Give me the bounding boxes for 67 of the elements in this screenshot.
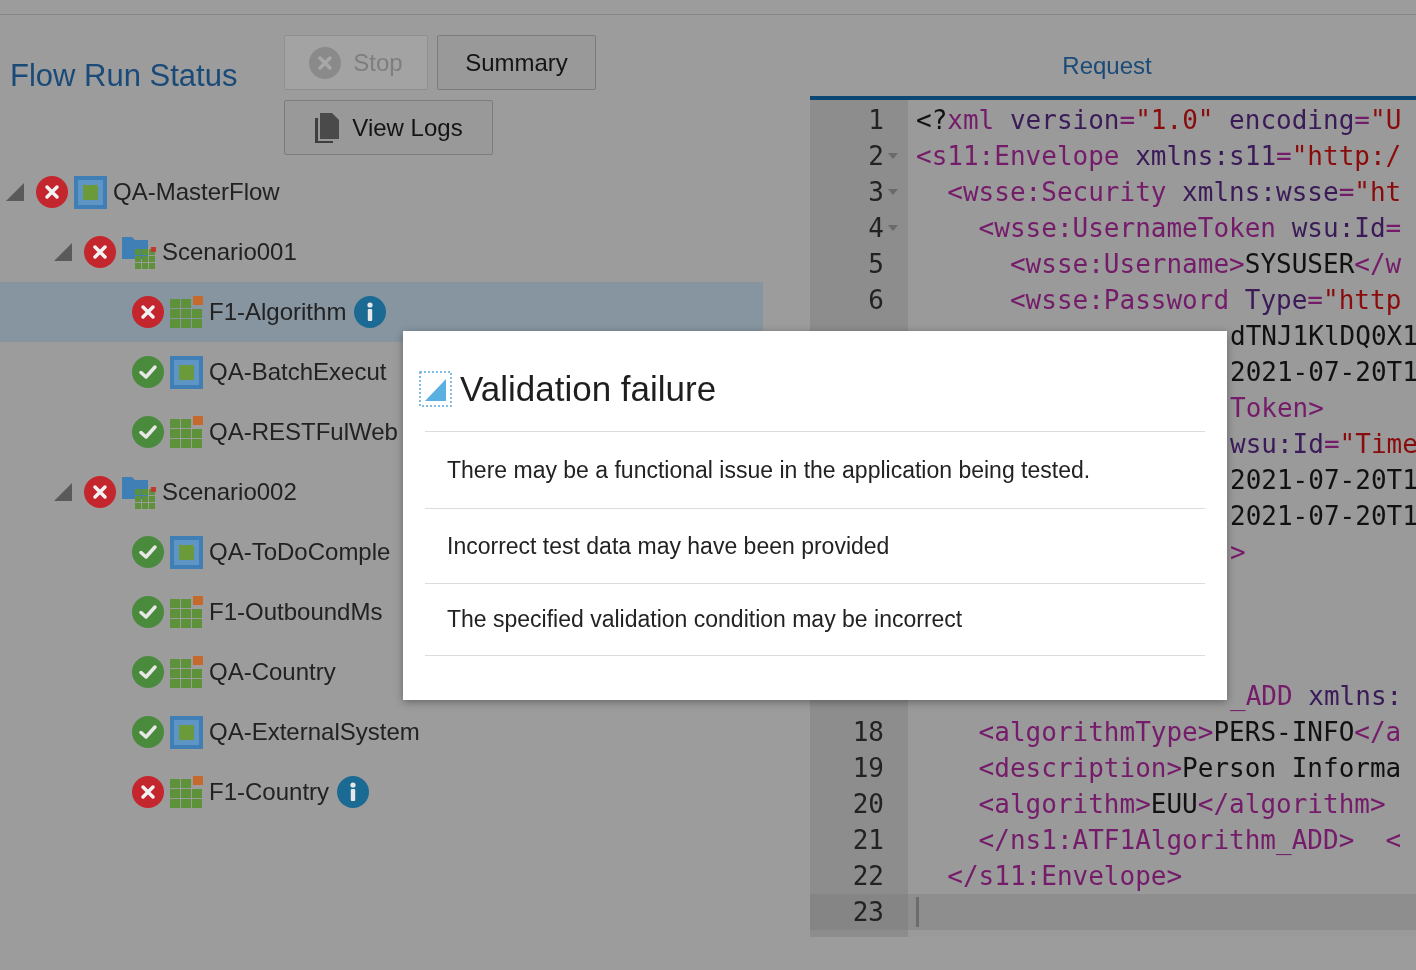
page-title: Flow Run Status	[10, 57, 239, 95]
dialog-title: Validation failure	[460, 367, 717, 410]
line-number: 2	[868, 143, 884, 169]
reason-text: The specified validation condition may be incorrect	[447, 605, 963, 635]
tree-item[interactable]: F1-Country	[0, 762, 763, 822]
tree-label: F1-Algorithm	[209, 297, 347, 327]
code-line: </ns1:ATF1Algorithm_ADD> <	[977, 827, 1402, 853]
tree-label: QA-ToDoComple	[209, 537, 391, 567]
expand-triangle-icon[interactable]	[6, 183, 24, 201]
tree-label: Scenario001	[162, 237, 297, 267]
panel-title: Request	[1062, 51, 1152, 81]
tree-item[interactable]: Scenario001	[0, 222, 763, 282]
code-line: <wsse:Security xmlns:wsse="ht	[946, 179, 1402, 205]
fold-caret-icon[interactable]	[888, 153, 898, 159]
tree-label: QA-ExternalSystem	[209, 717, 420, 747]
document-icon	[314, 111, 341, 144]
code-line: wsu:Id="Time	[1230, 431, 1416, 457]
line-number: 6	[868, 287, 884, 313]
code-line: 2021-07-20T1	[1230, 467, 1416, 493]
code-line: 2021-07-20T1	[1230, 503, 1416, 529]
line-number: 5	[868, 251, 884, 277]
code-line: <description>Person Informa	[977, 755, 1402, 781]
close-icon	[309, 46, 342, 79]
code-line: >	[1230, 539, 1246, 565]
code-line: <wsse:Password Type="http	[1008, 287, 1402, 313]
code-line: dTNJ1KlDQ0X1	[1230, 323, 1416, 349]
line-number: 1	[868, 107, 884, 133]
reason-text: There may be a functional issue in the application being tested.	[447, 455, 1091, 485]
line-number: 4	[868, 215, 884, 241]
tree-label: Scenario002	[162, 477, 297, 507]
line-number: 23	[852, 899, 884, 925]
tree-label: F1-OutboundMs	[209, 597, 383, 627]
line-number: 21	[852, 827, 884, 853]
code-line: 2021-07-20T1	[1230, 359, 1416, 385]
tree-item[interactable]: F1-Algorithm	[0, 282, 763, 342]
line-number: 19	[852, 755, 884, 781]
tree-label: QA-BatchExecut	[209, 357, 387, 387]
tree-item[interactable]: QA-ExternalSystem	[0, 702, 763, 762]
code-line: </s11:Envelope>	[946, 863, 1183, 889]
code-line: <wsse:UsernameToken wsu:Id=	[977, 215, 1402, 241]
line-number: 18	[852, 719, 884, 745]
line-number: 20	[852, 791, 884, 817]
text-cursor	[916, 897, 919, 927]
tree-label: QA-RESTFulWeb	[209, 417, 398, 447]
fold-caret-icon[interactable]	[888, 225, 898, 231]
view-logs-button[interactable]: View Logs	[284, 100, 493, 155]
code-line: Token>	[1230, 395, 1324, 421]
tree-label: QA-Country	[209, 657, 336, 687]
info-icon[interactable]	[337, 776, 370, 808]
tree-item[interactable]: QA-MasterFlow	[0, 162, 763, 222]
tree-label: QA-MasterFlow	[113, 177, 280, 207]
reason-text: Incorrect test data may have been provided	[447, 531, 890, 561]
code-line: _ADD xmlns:	[1230, 683, 1403, 709]
code-line: <algorithm>EUU</algorithm>	[977, 791, 1386, 817]
line-number: 3	[868, 179, 884, 205]
expand-triangle-icon[interactable]	[54, 483, 72, 501]
line-number: 22	[852, 863, 884, 889]
code-line: <s11:Envelope xmlns:s11="http:/	[916, 143, 1402, 169]
code-line: <?xml version="1.0" encoding="U	[916, 107, 1402, 133]
summary-button[interactable]: Summary	[437, 35, 596, 90]
code-line: <algorithmType>PERS-INFO</a	[977, 719, 1402, 745]
code-line: <wsse:Username>SYSUSER</w	[1008, 251, 1402, 277]
tree-item[interactable]: QA-Country	[0, 642, 763, 702]
tree-label: F1-Country	[209, 777, 330, 807]
info-icon[interactable]	[354, 296, 387, 328]
expand-triangle-icon[interactable]	[54, 243, 72, 261]
fold-caret-icon[interactable]	[888, 189, 898, 195]
